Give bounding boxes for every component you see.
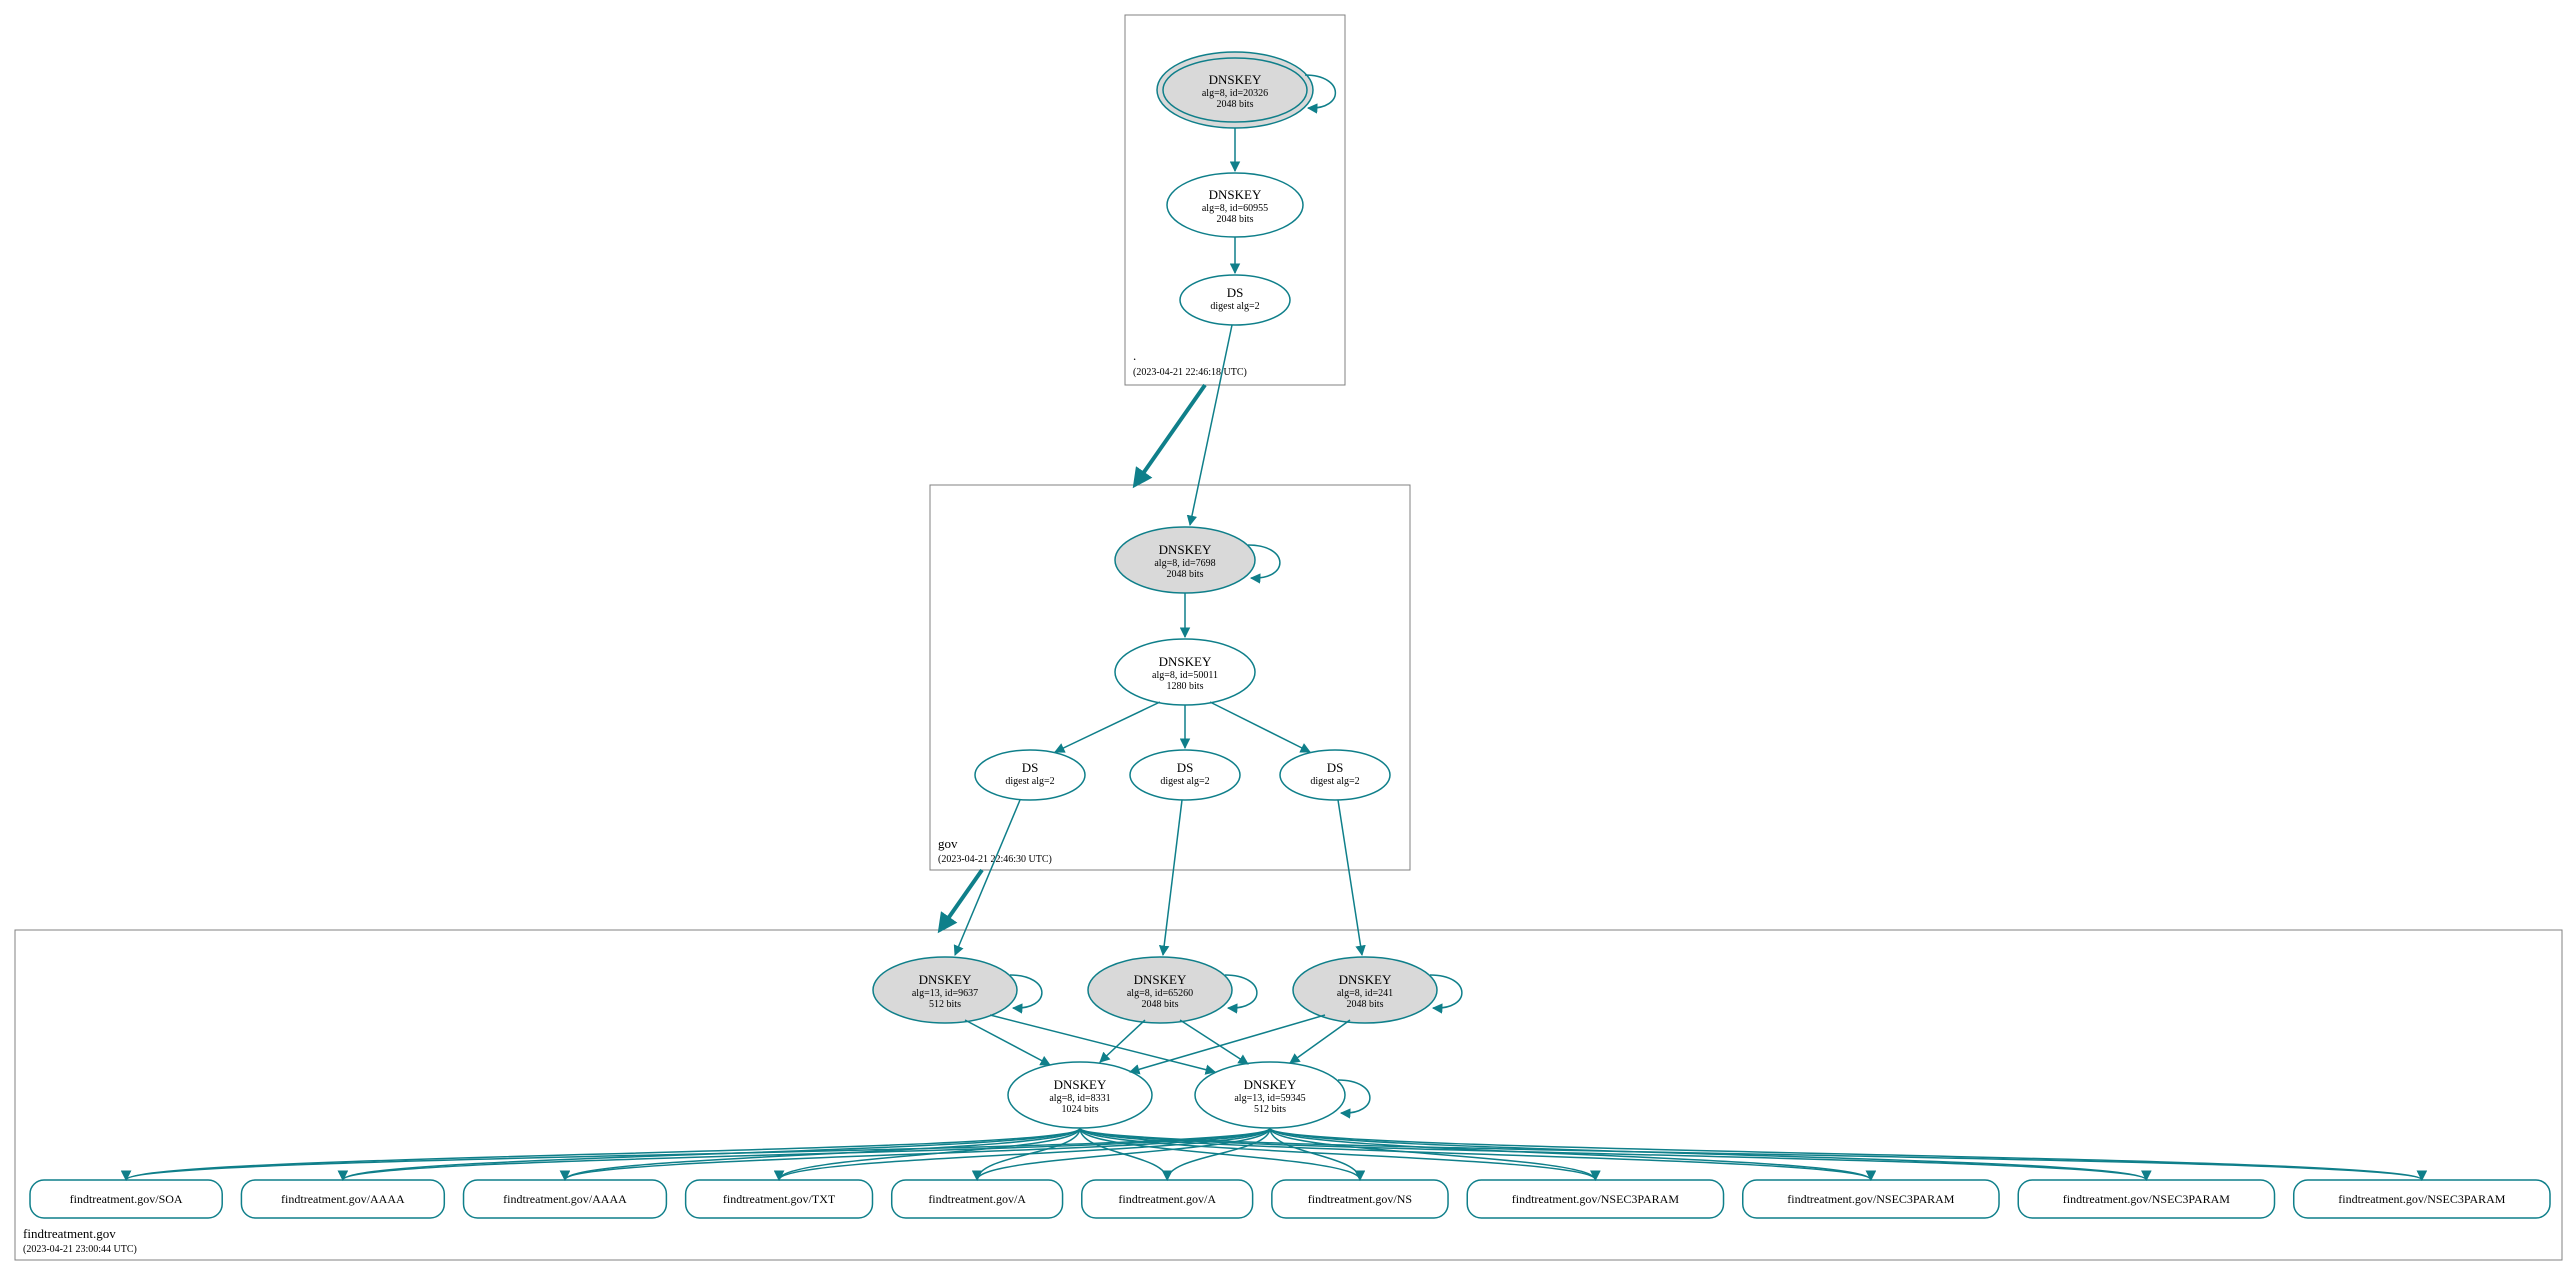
node-gov-ds3: DS digest alg=2 [1280, 750, 1390, 800]
node-dom-k3: DNSKEY alg=8, id=241 2048 bits [1293, 957, 1437, 1023]
svg-text:digest alg=2: digest alg=2 [1310, 776, 1359, 787]
rrset-label: findtreatment.gov/NS [1308, 1192, 1412, 1206]
svg-text:DNSKEY: DNSKEY [919, 972, 972, 987]
node-root-ds: DS digest alg=2 [1180, 275, 1290, 325]
edge-z1-rr [1080, 1128, 1595, 1180]
node-dom-z2: DNSKEY alg=13, id=59345 512 bits [1195, 1062, 1345, 1128]
svg-text:2048 bits: 2048 bits [1142, 999, 1179, 1010]
svg-text:alg=8, id=65260: alg=8, id=65260 [1127, 988, 1193, 999]
svg-text:1280 bits: 1280 bits [1167, 681, 1204, 692]
rrset-label: findtreatment.gov/A [928, 1192, 1026, 1206]
node-dom-k2: DNSKEY alg=8, id=65260 2048 bits [1088, 957, 1232, 1023]
rrset-label: findtreatment.gov/SOA [70, 1192, 183, 1206]
rrset-label: findtreatment.gov/NSEC3PARAM [1787, 1192, 1955, 1206]
zone-gov-name: gov [938, 836, 958, 851]
edge-z1-rr [343, 1128, 1080, 1180]
zone-root-ts: (2023-04-21 22:46:18 UTC) [1133, 367, 1247, 378]
svg-text:DNSKEY: DNSKEY [1134, 972, 1187, 987]
svg-text:alg=8, id=7698: alg=8, id=7698 [1154, 558, 1215, 569]
svg-text:alg=8, id=241: alg=8, id=241 [1337, 988, 1393, 999]
rrset-label: findtreatment.gov/NSEC3PARAM [1512, 1192, 1680, 1206]
rr-edges-group [126, 1128, 2422, 1180]
svg-text:DNSKEY: DNSKEY [1054, 1077, 1107, 1092]
rrset-label: findtreatment.gov/A [1118, 1192, 1216, 1206]
svg-text:2048 bits: 2048 bits [1217, 214, 1254, 225]
zone-root-name: . [1133, 348, 1136, 363]
svg-text:DS: DS [1227, 285, 1244, 300]
rrsets-group: findtreatment.gov/SOA findtreatment.gov/A… [30, 1180, 2550, 1218]
node-gov-zsk: DNSKEY alg=8, id=50011 1280 bits [1115, 639, 1255, 705]
svg-text:alg=13, id=9637: alg=13, id=9637 [912, 988, 978, 999]
node-root-zsk: DNSKEY alg=8, id=60955 2048 bits [1167, 173, 1303, 237]
svg-text:DNSKEY: DNSKEY [1209, 187, 1262, 202]
svg-text:DNSKEY: DNSKEY [1244, 1077, 1297, 1092]
rrset-label: findtreatment.gov/NSEC3PARAM [2063, 1192, 2231, 1206]
edge-k3-z2 [1290, 1020, 1350, 1063]
rrset-label: findtreatment.gov/AAAA [503, 1192, 627, 1206]
node-gov-ksk: DNSKEY alg=8, id=7698 2048 bits [1115, 527, 1255, 593]
svg-text:2048 bits: 2048 bits [1217, 99, 1254, 110]
svg-text:DNSKEY: DNSKEY [1159, 654, 1212, 669]
zone-domain-name: findtreatment.gov [23, 1226, 116, 1241]
edge-gov-to-domain-zone [940, 870, 982, 930]
svg-text:DS: DS [1022, 760, 1039, 775]
svg-text:DS: DS [1177, 760, 1194, 775]
svg-text:2048 bits: 2048 bits [1347, 999, 1384, 1010]
svg-text:digest alg=2: digest alg=2 [1210, 301, 1259, 312]
node-root-ksk: DNSKEY alg=8, id=20326 2048 bits [1157, 52, 1313, 128]
edge-k2-z1 [1100, 1020, 1145, 1062]
rrset-label: findtreatment.gov/TXT [723, 1192, 836, 1206]
svg-text:1024 bits: 1024 bits [1062, 1104, 1099, 1115]
edge-ds2-k2 [1163, 800, 1182, 955]
svg-text:digest alg=2: digest alg=2 [1160, 776, 1209, 787]
rrset-label: findtreatment.gov/AAAA [281, 1192, 405, 1206]
edge-k2-z2 [1180, 1020, 1248, 1064]
node-dom-k1: DNSKEY alg=13, id=9637 512 bits [873, 957, 1017, 1023]
svg-text:alg=13, id=59345: alg=13, id=59345 [1234, 1093, 1305, 1104]
zone-domain-ts: (2023-04-21 23:00:44 UTC) [23, 1244, 137, 1255]
svg-text:512 bits: 512 bits [929, 999, 961, 1010]
edge-rootds-govksk [1190, 325, 1232, 525]
svg-text:alg=8, id=8331: alg=8, id=8331 [1049, 1093, 1110, 1104]
rrset-label: findtreatment.gov/NSEC3PARAM [2338, 1192, 2506, 1206]
edge-ds3-k3 [1338, 800, 1362, 955]
svg-text:DNSKEY: DNSKEY [1339, 972, 1392, 987]
edge-z2-rr [1270, 1128, 1595, 1180]
edge-z2-rr [1270, 1128, 2146, 1180]
node-gov-ds1: DS digest alg=2 [975, 750, 1085, 800]
edge-govzsk-ds1 [1055, 702, 1160, 752]
dnssec-graph: . (2023-04-21 22:46:18 UTC) DNSKEY alg=8… [0, 0, 2575, 1278]
svg-text:digest alg=2: digest alg=2 [1005, 776, 1054, 787]
svg-text:2048 bits: 2048 bits [1167, 569, 1204, 580]
svg-text:alg=8, id=20326: alg=8, id=20326 [1202, 88, 1268, 99]
edge-govzsk-ds3 [1210, 702, 1310, 752]
edge-z1-rr [565, 1128, 1080, 1180]
svg-text:DS: DS [1327, 760, 1344, 775]
node-gov-ds2: DS digest alg=2 [1130, 750, 1240, 800]
svg-text:DNSKEY: DNSKEY [1209, 72, 1262, 87]
svg-text:alg=8, id=50011: alg=8, id=50011 [1152, 670, 1218, 681]
edge-root-to-gov-zone [1135, 385, 1205, 485]
edge-ds1-k1 [955, 800, 1020, 955]
svg-text:DNSKEY: DNSKEY [1159, 542, 1212, 557]
svg-text:alg=8, id=60955: alg=8, id=60955 [1202, 203, 1268, 214]
svg-text:512 bits: 512 bits [1254, 1104, 1286, 1115]
edge-z2-rr [779, 1128, 1270, 1180]
